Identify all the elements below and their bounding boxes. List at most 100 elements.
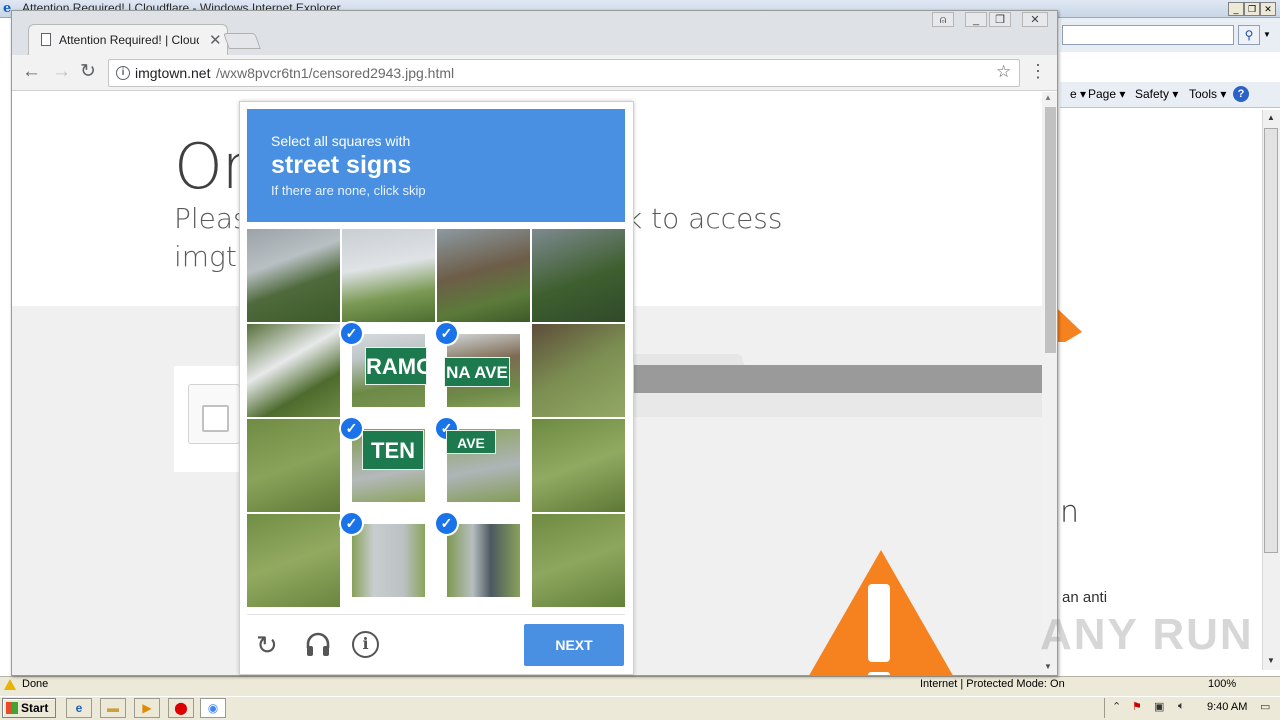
recaptcha-checkbox[interactable]: [202, 405, 229, 432]
page-scrollbar-thumb[interactable]: [1045, 107, 1056, 353]
tile-image: [342, 229, 435, 322]
tile-selected-check-icon: ✓: [339, 416, 364, 441]
tab-close-icon[interactable]: ✕: [209, 31, 222, 49]
ie-cmd-safety[interactable]: Safety ▾: [1135, 87, 1178, 101]
ie-zoom-level[interactable]: 100%: [1208, 678, 1236, 690]
captcha-tile[interactable]: [437, 229, 530, 322]
captcha-tile[interactable]: [532, 419, 625, 512]
tab-title: Attention Required! | Cloud: [59, 33, 199, 47]
ie-search-dropdown-icon[interactable]: ▼: [1260, 25, 1274, 45]
ie-page-content: [1060, 110, 1262, 670]
ie-status-bar: [0, 676, 1280, 696]
tile-image: [352, 524, 425, 597]
ie-status-warning-icon: [4, 679, 16, 690]
tile-image: [247, 324, 340, 417]
windows-flag-icon: [6, 702, 18, 714]
page-icon: [41, 33, 51, 46]
captcha-tile[interactable]: [247, 229, 340, 322]
tray-volume-icon[interactable]: 🔈︎: [1178, 700, 1185, 713]
ie-cmd-page[interactable]: Page ▾: [1088, 87, 1125, 101]
next-button[interactable]: NEXT: [524, 624, 624, 666]
tile-image: [532, 419, 625, 512]
ie-scrollbar-thumb[interactable]: [1264, 128, 1278, 553]
site-info-icon[interactable]: i: [116, 66, 130, 80]
captcha-tile[interactable]: [247, 324, 340, 417]
captcha-tile[interactable]: [532, 229, 625, 322]
forward-arrow-icon[interactable]: →: [52, 61, 71, 83]
tile-selected-check-icon: ✓: [434, 321, 459, 346]
tray-expand-icon[interactable]: ⌃: [1112, 700, 1121, 713]
tile-image: [532, 514, 625, 607]
warning-exclamation-bar: [868, 584, 890, 662]
page-scroll-down-icon[interactable]: ▼: [1044, 662, 1052, 671]
ie-search-input[interactable]: [1062, 25, 1234, 45]
chrome-menu-icon[interactable]: ⋮: [1029, 61, 1047, 82]
url-path: /wxw8pvcr6tn1/censored2943.jpg.html: [216, 65, 455, 81]
ie-restore-icon[interactable]: ❐: [1244, 2, 1260, 16]
ie-minimize-icon[interactable]: _: [1228, 2, 1244, 16]
cf-illustration-bar: [634, 365, 1042, 393]
captcha-tile[interactable]: [342, 229, 435, 322]
chrome-tab-active[interactable]: Attention Required! | Cloud ✕: [28, 24, 228, 55]
folder-taskbar-icon[interactable]: ▬: [100, 698, 126, 718]
cf-subtitle-tail: k to access: [626, 202, 783, 235]
chrome-taskbar-icon[interactable]: ◉: [200, 698, 226, 718]
ie-search-icon[interactable]: ⚲: [1238, 25, 1260, 45]
page-scroll-up-icon[interactable]: ▲: [1044, 93, 1052, 102]
ie-status-text: Done: [22, 678, 49, 690]
new-tab-button[interactable]: [223, 33, 261, 49]
sign-text-ramo: RAMO: [365, 347, 427, 385]
ie-content-text-fragment: an anti: [1062, 589, 1108, 606]
tile-image: [447, 524, 520, 597]
ie-content-heading-fragment: n: [1060, 495, 1080, 530]
tile-image: [437, 229, 530, 322]
sign-text-na-ave: NA AVE: [444, 357, 510, 387]
tray-network-alert-icon[interactable]: ⚑: [1132, 700, 1142, 713]
tile-image: [532, 229, 625, 322]
instruction-target: street signs: [271, 151, 412, 179]
tile-image: [247, 514, 340, 607]
media-player-taskbar-icon[interactable]: ▶: [134, 698, 160, 718]
ie-help-icon[interactable]: ?: [1233, 86, 1249, 102]
ie-status-zone: Internet | Protected Mode: On: [920, 678, 1065, 690]
back-arrow-icon[interactable]: ←: [22, 61, 41, 83]
cf-subtitle-line1: Pleas: [174, 202, 248, 235]
ie-cmd-overflow[interactable]: e ▾: [1070, 87, 1086, 101]
url-host: imgtown.net: [135, 65, 211, 81]
sign-text-ave: AVE: [446, 430, 496, 454]
chrome-profile-icon[interactable]: ⍝: [932, 12, 954, 27]
captcha-tile[interactable]: [247, 514, 340, 607]
instruction-top: Select all squares with: [271, 133, 411, 149]
captcha-tile[interactable]: [532, 324, 625, 417]
chrome-minimize-icon[interactable]: _: [965, 12, 987, 27]
bookmark-star-icon[interactable]: ☆: [996, 62, 1011, 82]
tray-show-desktop-icon[interactable]: ▭: [1260, 700, 1270, 713]
captcha-info-icon[interactable]: i: [352, 631, 379, 658]
captcha-tile[interactable]: [532, 514, 625, 607]
sign-text-ten: TEN: [362, 430, 424, 470]
tile-selected-check-icon: ✓: [434, 511, 459, 536]
chrome-close-icon[interactable]: ✕: [1022, 12, 1048, 27]
tile-image: [532, 324, 625, 417]
anyrun-watermark: ANY RUN: [1040, 610, 1254, 659]
cf-illustration-page: [634, 393, 1042, 417]
opera-taskbar-icon[interactable]: ⬤: [168, 698, 194, 718]
ie-scroll-down-icon[interactable]: ▼: [1263, 653, 1279, 669]
ie-taskbar-icon[interactable]: e: [66, 698, 92, 718]
warning-exclamation-dot: [868, 672, 890, 675]
instruction-bottom: If there are none, click skip: [271, 183, 426, 198]
captcha-reload-icon[interactable]: ↻: [256, 630, 278, 661]
taskbar-clock[interactable]: 9:40 AM: [1207, 701, 1247, 713]
captcha-tile[interactable]: [247, 419, 340, 512]
ie-scroll-up-icon[interactable]: ▲: [1263, 110, 1279, 126]
reload-icon[interactable]: ↻: [80, 60, 96, 83]
address-bar[interactable]: i imgtown.net /wxw8pvcr6tn1/censored2943…: [108, 59, 1020, 87]
ie-close-icon[interactable]: ✕: [1260, 2, 1276, 16]
tile-image: [247, 419, 340, 512]
chrome-restore-icon[interactable]: ❐: [989, 12, 1011, 27]
headphones-icon[interactable]: [304, 630, 332, 658]
tray-device-icon[interactable]: ▣: [1154, 700, 1164, 713]
ie-cmd-tools[interactable]: Tools ▾: [1189, 87, 1226, 101]
system-tray: [1104, 698, 1280, 718]
tile-selected-check-icon: ✓: [339, 511, 364, 536]
